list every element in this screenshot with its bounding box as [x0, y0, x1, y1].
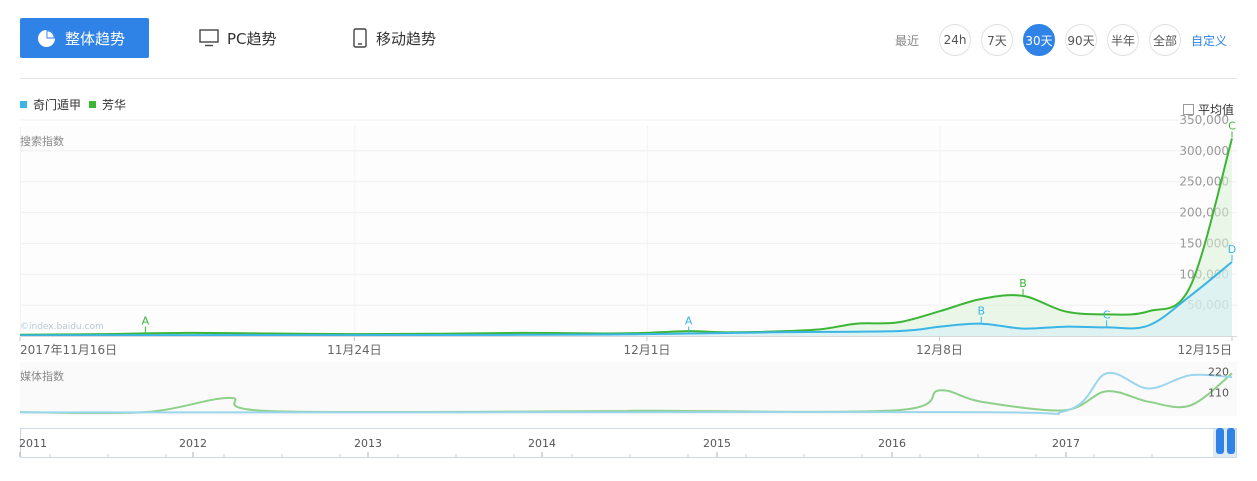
navigator-handle[interactable]	[1227, 428, 1235, 454]
x-tick-label: 12月1日	[623, 343, 670, 357]
overview-year-label: 2015	[703, 437, 731, 450]
overview-year-label: 2017	[1052, 437, 1080, 450]
annotation-label: B	[1019, 277, 1027, 290]
y-tick-label: 300,000	[1179, 144, 1229, 158]
annotation-label: D	[1228, 243, 1236, 256]
annotation-label: C	[1103, 308, 1111, 321]
annotation-label: B	[977, 305, 985, 318]
media-index-label: 媒体指数	[20, 370, 64, 383]
search-index-label: 搜索指数	[20, 135, 64, 148]
navigator-handle[interactable]	[1216, 428, 1224, 454]
overview-year-label: 2012	[179, 437, 207, 450]
annotation-label: A	[142, 315, 150, 328]
media-plot-area	[20, 362, 1237, 416]
watermark: ©index.baidu.com	[20, 322, 104, 332]
y-tick-label: 350,000	[1179, 113, 1229, 127]
plot-area	[20, 126, 1237, 336]
media-y-tick-label: 110	[1208, 386, 1229, 399]
media-y-tick-label: 220	[1208, 366, 1229, 379]
annotation-label: C	[1228, 120, 1236, 133]
annotation-label: A	[685, 315, 693, 328]
overview-year-label: 2016	[878, 437, 906, 450]
trend-chart: 50,000100,000150,000200,000250,000300,00…	[19, 113, 1237, 458]
x-tick-label: 2017年11月16日	[20, 343, 117, 357]
x-tick-label: 11月24日	[327, 343, 382, 357]
overview-year-label: 2013	[354, 437, 382, 450]
overview-year-label: 2014	[528, 437, 556, 450]
x-tick-label: 12月15日	[1177, 343, 1232, 357]
x-tick-label: 12月8日	[916, 343, 963, 357]
overview-year-label: 2011	[19, 437, 47, 450]
